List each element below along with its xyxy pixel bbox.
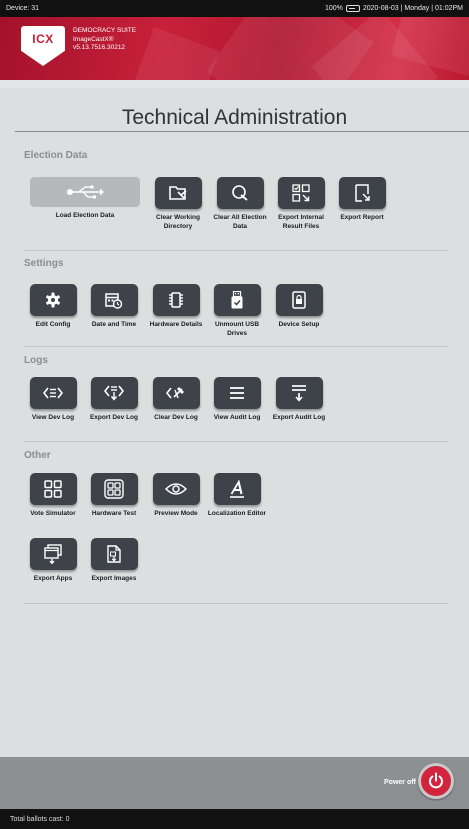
title-divider xyxy=(15,131,469,132)
export-audit-log-button[interactable]: Export Audit Log xyxy=(269,377,329,423)
eye-icon xyxy=(165,483,187,495)
date-and-time-label: Date and Time xyxy=(91,321,137,328)
usb-icon xyxy=(67,185,104,199)
date-and-time-button[interactable]: Date and Time xyxy=(84,284,144,330)
bottom-status-bar: Total ballots cast: 0 xyxy=(0,809,469,829)
export-report-label: Export Report xyxy=(340,214,384,221)
total-ballots-cast: Total ballots cast: 0 xyxy=(10,815,70,823)
hardware-details-button[interactable]: Hardware Details xyxy=(146,284,206,330)
device-id: Device: 31 xyxy=(6,5,40,12)
unmount-usb-drives-button[interactable]: Unmount USB Drives xyxy=(207,284,267,338)
localization-editor-label: Localization Editor xyxy=(207,510,267,517)
export-internal-result-files-button[interactable]: Export Internal Result Files xyxy=(271,177,331,231)
clear-all-election-data-label: Clear All Election Data xyxy=(213,214,267,230)
export-apps-button[interactable]: Export Apps xyxy=(23,538,83,584)
icx-logo: ICX xyxy=(21,26,65,66)
load-election-data-button[interactable]: Load Election Data xyxy=(30,177,140,221)
view-dev-log-label: View Dev Log xyxy=(31,414,75,421)
clear-all-icon xyxy=(232,185,248,201)
export-apps-icon xyxy=(44,544,62,564)
device-setup-button[interactable]: Device Setup xyxy=(269,284,329,330)
section-divider xyxy=(24,250,448,251)
localization-editor-button[interactable]: Localization Editor xyxy=(207,473,267,519)
brand-header: ICX DEMOCRACY SUITE ImageCastX® v5.13.75… xyxy=(0,17,469,80)
view-audit-log-label: View Audit Log xyxy=(213,414,261,421)
export-list-icon xyxy=(292,385,306,402)
section-heading-election-data: Election Data xyxy=(24,150,88,161)
usb-drive-icon xyxy=(231,291,243,309)
device-setup-label: Device Setup xyxy=(278,321,320,328)
view-dev-log-button[interactable]: View Dev Log xyxy=(23,377,83,423)
export-audit-log-label: Export Audit Log xyxy=(272,414,326,421)
version-number: v5.13.7516.30212 xyxy=(73,44,126,51)
clear-folder-icon xyxy=(169,186,187,200)
power-off-button[interactable] xyxy=(418,763,454,799)
clear-code-icon xyxy=(166,387,184,399)
export-images-label: Export Images xyxy=(91,575,137,582)
grid-icon xyxy=(44,480,62,498)
section-heading-other: Other xyxy=(24,450,51,461)
vote-simulator-label: Vote Simulator xyxy=(30,510,76,517)
section-divider xyxy=(24,346,448,347)
subheader-bar xyxy=(0,80,469,88)
text-a-icon xyxy=(230,480,244,498)
edit-config-button[interactable]: Edit Config xyxy=(23,284,83,330)
edit-config-label: Edit Config xyxy=(35,321,71,328)
suite-name: DEMOCRACY SUITE xyxy=(73,27,137,34)
battery-icon xyxy=(345,5,360,12)
hardware-test-button[interactable]: Hardware Test xyxy=(84,473,144,519)
unmount-usb-drives-label: Unmount USB Drives xyxy=(214,321,260,337)
power-off-label: Power off xyxy=(384,779,416,786)
clear-all-election-data-button[interactable]: Clear All Election Data xyxy=(210,177,270,231)
calendar-clock-icon xyxy=(105,292,123,309)
brand-text: DEMOCRACY SUITE ImageCastX® v5.13.7516.3… xyxy=(73,27,136,53)
lock-icon xyxy=(292,291,306,309)
export-code-icon xyxy=(104,385,124,401)
power-icon xyxy=(429,772,443,789)
export-apps-label: Export Apps xyxy=(33,575,73,582)
grid-box-icon xyxy=(104,479,124,499)
export-images-icon xyxy=(107,545,121,563)
status-bar: Device: 31 100% 2020-08-03 | Monday | 01… xyxy=(0,0,469,17)
hardware-details-label: Hardware Details xyxy=(149,321,203,328)
chip-icon xyxy=(169,292,183,308)
clear-working-directory-button[interactable]: Clear Working Directory xyxy=(148,177,208,231)
preview-mode-button[interactable]: Preview Mode xyxy=(146,473,206,519)
battery-percent: 100% xyxy=(324,5,343,12)
page-title: Technical Administration xyxy=(121,106,348,129)
clear-working-directory-label: Clear Working Directory xyxy=(156,214,200,230)
vote-simulator-button[interactable]: Vote Simulator xyxy=(23,473,83,519)
section-heading-settings: Settings xyxy=(24,258,64,269)
export-report-icon xyxy=(355,184,370,202)
view-audit-log-button[interactable]: View Audit Log xyxy=(207,377,267,423)
hardware-test-label: Hardware Test xyxy=(91,510,137,517)
load-election-data-label: Load Election Data xyxy=(55,212,115,219)
gear-icon xyxy=(46,292,60,308)
export-dev-log-label: Export Dev Log xyxy=(89,414,139,421)
code-icon xyxy=(43,387,63,399)
section-heading-logs: Logs xyxy=(24,355,48,366)
date-time: 2020-08-03 | Monday | 01:02PM xyxy=(362,5,463,12)
list-icon xyxy=(230,387,244,399)
export-results-icon xyxy=(292,184,310,202)
export-internal-result-files-label: Export Internal Result Files xyxy=(278,214,324,230)
export-images-button[interactable]: Export Images xyxy=(84,538,144,584)
clear-dev-log-label: Clear Dev Log xyxy=(154,414,198,421)
section-divider xyxy=(24,603,448,604)
section-divider xyxy=(24,441,448,442)
product-name: ImageCastX® xyxy=(73,35,114,43)
clear-dev-log-button[interactable]: Clear Dev Log xyxy=(146,377,206,423)
export-report-button[interactable]: Export Report xyxy=(332,177,392,223)
export-dev-log-button[interactable]: Export Dev Log xyxy=(84,377,144,423)
preview-mode-label: Preview Mode xyxy=(154,510,198,517)
